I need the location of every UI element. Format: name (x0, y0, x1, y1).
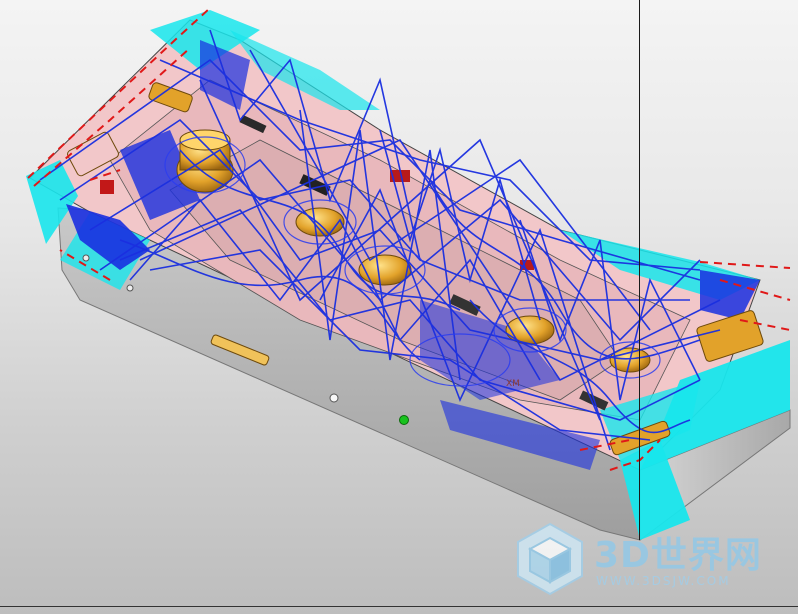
viewport-split-line (639, 0, 640, 540)
green-marker (399, 415, 409, 425)
front-hole-3 (82, 254, 90, 262)
watermark: 3D世界网 WWW.3DSJW.COM (512, 520, 792, 600)
cube-logo-icon (517, 522, 583, 596)
watermark-title: 3D世界网 (594, 535, 762, 576)
watermark-url: WWW.3DSJW.COM (596, 574, 731, 588)
front-hole-1 (329, 393, 339, 403)
viewport-bottom-line (0, 606, 798, 607)
model-label: XM (506, 379, 520, 389)
front-hole-2 (126, 284, 134, 292)
cad-viewport[interactable]: XM 3D世界网 WWW.3DSJW.COM (0, 0, 798, 614)
